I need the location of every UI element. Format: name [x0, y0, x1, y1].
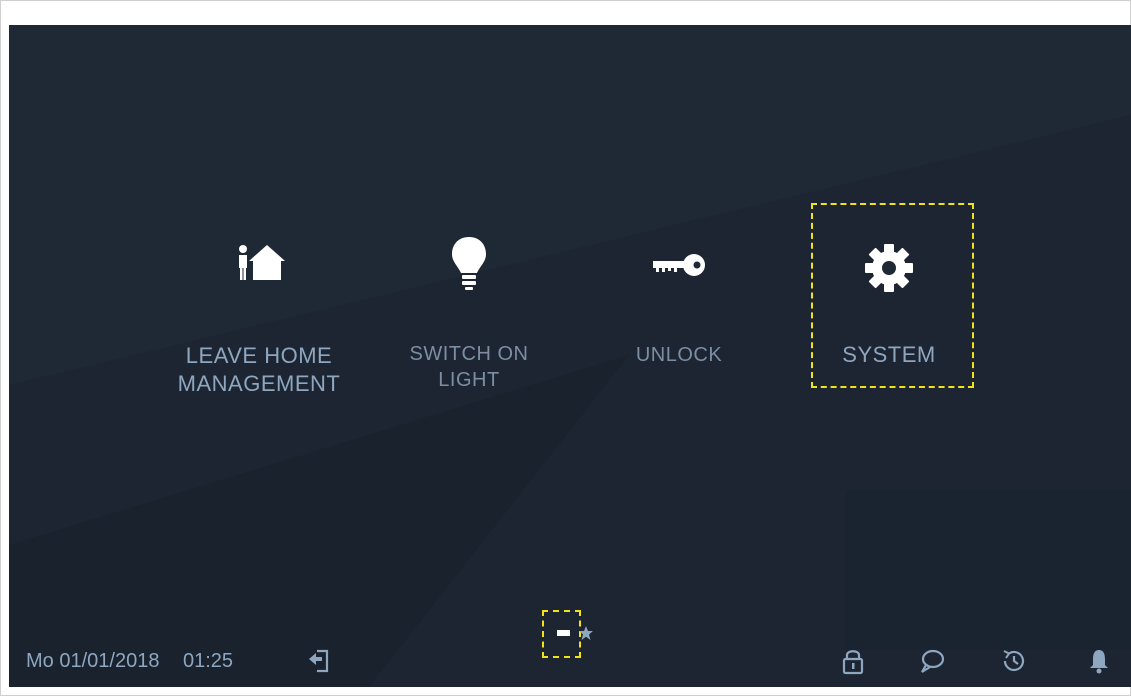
history-icon — [1003, 650, 1025, 672]
tile-label-line1: UNLOCK — [635, 344, 723, 366]
exit-button[interactable] — [301, 643, 337, 679]
lock-button[interactable] — [835, 643, 871, 679]
gear-icon — [865, 244, 913, 292]
date-time-display: Mo 01/01/2018 01:25 — [26, 649, 233, 673]
bell-icon — [1090, 650, 1108, 674]
bell-button[interactable] — [1081, 643, 1117, 679]
date-text: Mo 01/01/2018 — [26, 650, 160, 672]
leave-home-icon — [239, 245, 285, 280]
tile-label-line1: LEAVE HOME — [185, 343, 333, 368]
key-icon — [653, 254, 705, 276]
status-bar: Mo 01/01/2018 01:25 — [9, 637, 1131, 687]
page-dash-indicator — [557, 630, 570, 636]
system-button[interactable]: SYSTEM — [799, 235, 979, 395]
tile-label-line2: MANAGEMENT — [177, 371, 341, 396]
message-icon — [921, 649, 945, 673]
lock-icon — [842, 650, 864, 675]
time-text: 01:25 — [183, 650, 234, 672]
panel-screen: LEAVE HOME MANAGEMENT SWITCH ON LIGHT UN… — [9, 25, 1131, 687]
light-bulb-icon — [452, 237, 486, 290]
tile-label-line1: SYSTEM — [842, 342, 936, 367]
message-button[interactable] — [914, 643, 950, 679]
exit-icon — [309, 649, 329, 673]
switch-on-light-button[interactable]: SWITCH ON LIGHT — [369, 235, 569, 400]
unlock-button[interactable]: UNLOCK — [579, 240, 779, 400]
tile-label-line2: LIGHT — [438, 369, 500, 391]
history-button[interactable] — [996, 643, 1032, 679]
leave-home-management-button[interactable]: LEAVE HOME MANAGEMENT — [159, 240, 359, 405]
tile-label-line1: SWITCH ON — [409, 343, 529, 365]
